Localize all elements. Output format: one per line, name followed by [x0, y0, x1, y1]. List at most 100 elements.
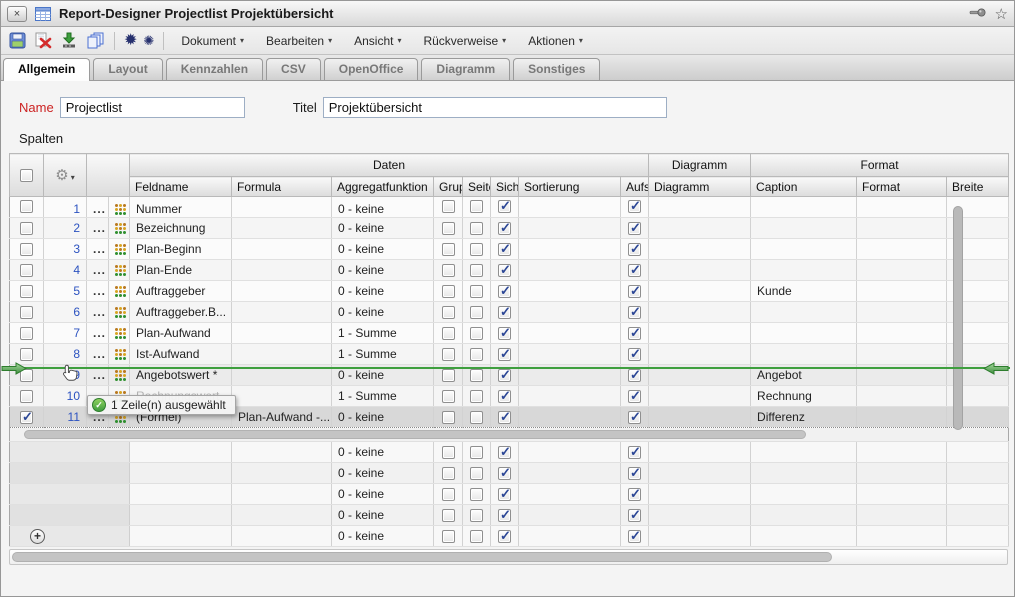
- cell-formula[interactable]: [232, 386, 332, 407]
- empty-grid-row[interactable]: 0 - keine: [10, 505, 1009, 526]
- cell-caption[interactable]: [751, 302, 857, 323]
- empty-grid-row[interactable]: +0 - keine: [10, 526, 1009, 547]
- name-input[interactable]: [60, 97, 245, 118]
- cell-diagramm[interactable]: [649, 484, 751, 505]
- menu-ansicht[interactable]: Ansicht▾: [346, 32, 409, 50]
- cell-caption[interactable]: [751, 526, 857, 547]
- drag-handle-icon[interactable]: [115, 370, 126, 381]
- sicht-checkbox[interactable]: [498, 446, 511, 459]
- cell-feldname[interactable]: Auftraggeber.B...: [130, 302, 232, 323]
- aufs-checkbox[interactable]: [628, 411, 641, 424]
- row-number[interactable]: 8: [44, 344, 87, 365]
- cell-caption[interactable]: [751, 344, 857, 365]
- horizontal-scrollbar-thumb[interactable]: [24, 430, 806, 439]
- cell-formula[interactable]: [232, 197, 332, 218]
- aufs-checkbox[interactable]: [628, 509, 641, 522]
- cell-sortierung[interactable]: [519, 386, 621, 407]
- favorite-star-icon[interactable]: ☆: [995, 5, 1008, 23]
- cell-feldname[interactable]: [130, 484, 232, 505]
- drag-handle-icon[interactable]: [115, 286, 126, 297]
- grup-checkbox[interactable]: [442, 446, 455, 459]
- empty-grid-row[interactable]: 0 - keine: [10, 484, 1009, 505]
- cell-format[interactable]: [857, 407, 947, 428]
- drag-handle-icon[interactable]: [115, 244, 126, 255]
- recalculate-options-icon[interactable]: ✺: [143, 32, 154, 50]
- drag-handle-icon[interactable]: [115, 204, 126, 215]
- cell-formula[interactable]: [232, 463, 332, 484]
- sicht-checkbox[interactable]: [498, 530, 511, 543]
- cell-aggregatfunktion[interactable]: 0 - keine: [332, 505, 434, 526]
- sicht-checkbox[interactable]: [498, 467, 511, 480]
- cell-caption[interactable]: [751, 260, 857, 281]
- cell-sortierung[interactable]: [519, 344, 621, 365]
- cell-formula[interactable]: [232, 281, 332, 302]
- row-select-checkbox[interactable]: [20, 411, 33, 424]
- cell-diagramm[interactable]: [649, 505, 751, 526]
- grup-checkbox[interactable]: [442, 467, 455, 480]
- cell-caption[interactable]: [751, 484, 857, 505]
- cell-aggregatfunktion[interactable]: 0 - keine: [332, 281, 434, 302]
- grup-checkbox[interactable]: [442, 222, 455, 235]
- row-select-checkbox[interactable]: [20, 348, 33, 361]
- grup-checkbox[interactable]: [442, 243, 455, 256]
- cell-sortierung[interactable]: [519, 218, 621, 239]
- row-number[interactable]: 11: [44, 407, 87, 428]
- row-select-checkbox[interactable]: [20, 200, 33, 213]
- cell-diagramm[interactable]: [649, 463, 751, 484]
- cell-breite[interactable]: [947, 505, 1009, 526]
- cell-aggregatfunktion[interactable]: 1 - Summe: [332, 344, 434, 365]
- cell-caption[interactable]: [751, 239, 857, 260]
- cell-formula[interactable]: [232, 526, 332, 547]
- aufs-checkbox[interactable]: [628, 530, 641, 543]
- cell-caption[interactable]: [751, 323, 857, 344]
- grup-checkbox[interactable]: [442, 327, 455, 340]
- cell-format[interactable]: [857, 344, 947, 365]
- tab-allgemein[interactable]: Allgemein: [3, 58, 90, 81]
- row-number[interactable]: 3: [44, 239, 87, 260]
- grid-row[interactable]: 5...Auftraggeber0 - keineKunde: [10, 281, 1009, 302]
- row-select-checkbox[interactable]: [20, 222, 33, 235]
- sicht-checkbox[interactable]: [498, 243, 511, 256]
- cell-diagramm[interactable]: [649, 526, 751, 547]
- select-all-checkbox[interactable]: [20, 169, 33, 182]
- sicht-checkbox[interactable]: [498, 348, 511, 361]
- sicht-checkbox[interactable]: [498, 285, 511, 298]
- empty-grid-row[interactable]: 0 - keine: [10, 442, 1009, 463]
- cell-breite[interactable]: [947, 463, 1009, 484]
- sicht-checkbox[interactable]: [498, 369, 511, 382]
- grup-checkbox[interactable]: [442, 306, 455, 319]
- aufs-checkbox[interactable]: [628, 446, 641, 459]
- seite-checkbox[interactable]: [470, 285, 483, 298]
- cell-aggregatfunktion[interactable]: 0 - keine: [332, 526, 434, 547]
- recalculate-icon[interactable]: ✹: [124, 32, 137, 50]
- vertical-scrollbar-thumb[interactable]: [953, 206, 963, 430]
- bottom-hscroll-thumb[interactable]: [12, 552, 832, 562]
- sicht-checkbox[interactable]: [498, 264, 511, 277]
- aufs-checkbox[interactable]: [628, 348, 641, 361]
- empty-grid-row[interactable]: 0 - keine: [10, 463, 1009, 484]
- cell-aggregatfunktion[interactable]: 0 - keine: [332, 260, 434, 281]
- import-icon[interactable]: [59, 32, 79, 50]
- aufs-checkbox[interactable]: [628, 222, 641, 235]
- row-menu-button[interactable]: ...: [87, 344, 109, 365]
- titel-input[interactable]: [323, 97, 667, 118]
- row-select-checkbox[interactable]: [20, 243, 33, 256]
- tab-kennzahlen[interactable]: Kennzahlen: [166, 58, 263, 80]
- copy-icon[interactable]: [85, 32, 105, 50]
- sicht-checkbox[interactable]: [498, 306, 511, 319]
- cell-format[interactable]: [857, 239, 947, 260]
- seite-checkbox[interactable]: [470, 327, 483, 340]
- seite-checkbox[interactable]: [470, 200, 483, 213]
- grup-checkbox[interactable]: [442, 488, 455, 501]
- drag-handle-icon[interactable]: [115, 307, 126, 318]
- cell-formula[interactable]: [232, 484, 332, 505]
- grup-checkbox[interactable]: [442, 285, 455, 298]
- cell-feldname[interactable]: [130, 442, 232, 463]
- cell-caption[interactable]: Rechnung: [751, 386, 857, 407]
- cell-caption[interactable]: [751, 218, 857, 239]
- add-row-button[interactable]: +: [30, 529, 45, 544]
- cell-diagramm[interactable]: [649, 260, 751, 281]
- cell-diagramm[interactable]: [649, 407, 751, 428]
- row-menu-button[interactable]: ...: [87, 281, 109, 302]
- sicht-checkbox[interactable]: [498, 411, 511, 424]
